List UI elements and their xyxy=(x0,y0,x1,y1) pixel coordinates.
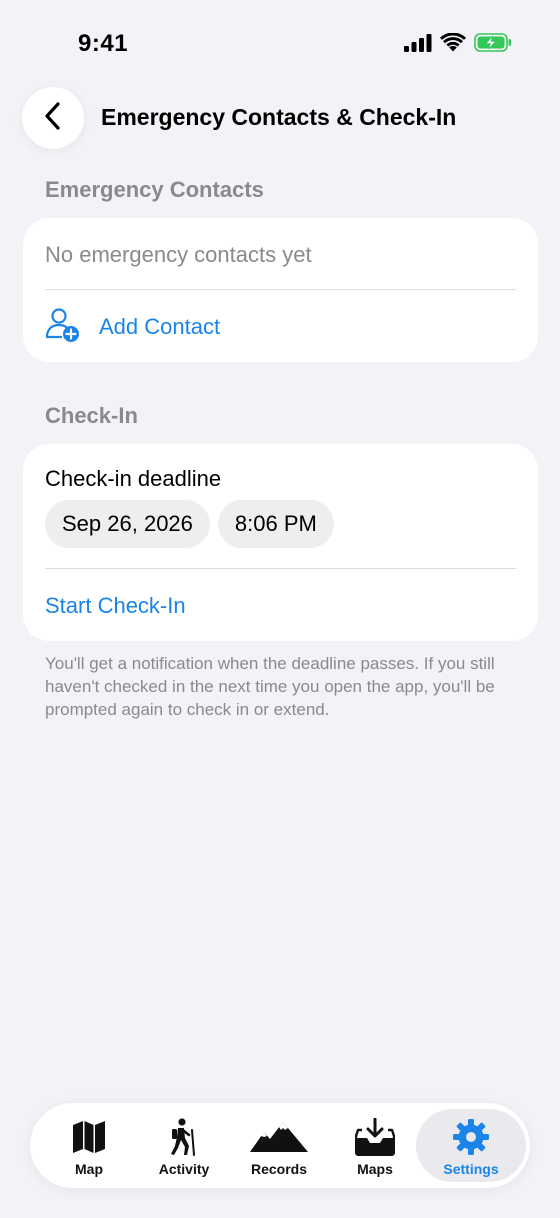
tab-label: Settings xyxy=(443,1161,499,1177)
person-add-icon xyxy=(45,307,81,348)
tab-map[interactable]: Map xyxy=(34,1109,144,1182)
emergency-contacts-card: No emergency contacts yet Add Contact xyxy=(23,218,538,362)
back-button[interactable] xyxy=(22,87,84,149)
start-check-in-button[interactable]: Start Check-In xyxy=(45,593,186,619)
tab-activity[interactable]: Activity xyxy=(129,1109,239,1182)
tab-label: Maps xyxy=(357,1161,393,1177)
status-time: 9:41 xyxy=(78,30,129,57)
check-in-card: Check-in deadline Sep 26, 2026 8:06 PM S… xyxy=(23,444,538,641)
mountains-icon xyxy=(250,1117,308,1157)
date-picker-button[interactable]: Sep 26, 2026 xyxy=(45,500,210,548)
tab-records[interactable]: Records xyxy=(224,1109,334,1182)
tab-label: Activity xyxy=(158,1161,210,1177)
status-bar: 9:41 xyxy=(0,0,560,90)
divider xyxy=(45,568,516,569)
section-header-check-in: Check-In xyxy=(45,403,138,428)
divider xyxy=(45,289,516,290)
deadline-label: Check-in deadline xyxy=(45,466,222,491)
gear-icon xyxy=(453,1117,489,1157)
page-title: Emergency Contacts & Check-In xyxy=(101,104,457,130)
download-tray-icon xyxy=(355,1117,395,1157)
section-header-emergency-contacts: Emergency Contacts xyxy=(45,177,264,202)
status-icons xyxy=(404,32,512,57)
wifi-icon xyxy=(440,32,466,57)
check-in-footnote: You'll get a notification when the deadl… xyxy=(45,654,495,719)
add-contact-label: Add Contact xyxy=(99,314,221,339)
battery-charging-icon xyxy=(474,33,512,57)
tab-label: Records xyxy=(250,1161,308,1177)
hiker-icon xyxy=(169,1117,199,1157)
tab-bar: Map Activity Records Maps Settings xyxy=(30,1103,530,1188)
tab-maps[interactable]: Maps xyxy=(320,1109,430,1182)
add-contact-button[interactable]: Add Contact xyxy=(45,304,220,350)
map-icon xyxy=(72,1117,106,1157)
cellular-icon xyxy=(404,33,432,57)
chevron-left-icon xyxy=(44,101,62,135)
time-picker-button[interactable]: 8:06 PM xyxy=(217,500,334,548)
tab-settings[interactable]: Settings xyxy=(416,1109,526,1182)
deadline-pickers: Sep 26, 2026 8:06 PM xyxy=(45,500,334,548)
empty-contacts-text: No emergency contacts yet xyxy=(45,242,312,267)
tab-label: Map xyxy=(75,1161,103,1177)
